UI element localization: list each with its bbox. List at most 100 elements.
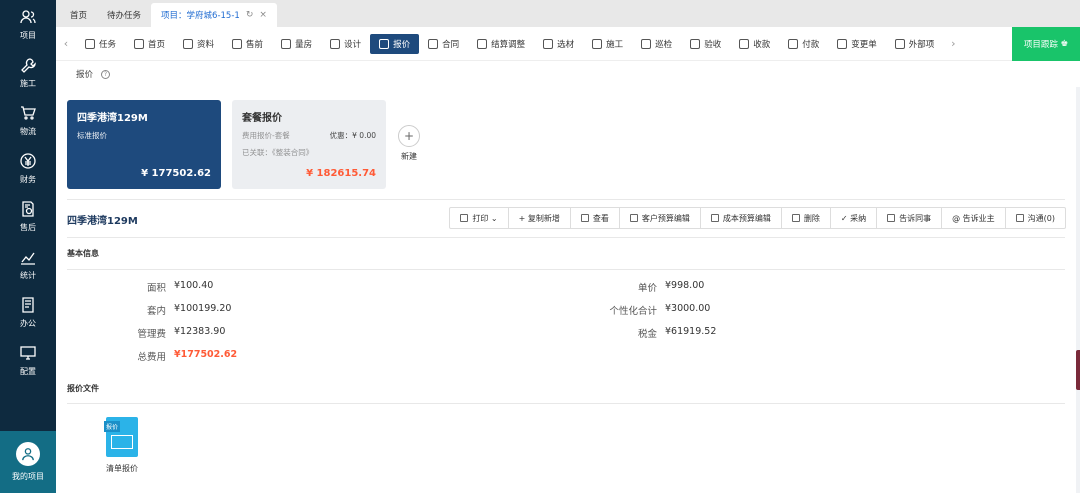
- sidebar-item-construction[interactable]: 施工: [0, 48, 56, 96]
- adopt-button[interactable]: ✓ 采纳: [831, 208, 878, 228]
- card-price: ¥ 182615.74: [306, 168, 376, 179]
- file-item[interactable]: 报价 清单报价: [100, 417, 144, 474]
- tab-todo[interactable]: 待办任务: [97, 3, 151, 27]
- plus-icon: +: [518, 213, 528, 223]
- card-linked: 已关联：《整装合同》: [242, 148, 314, 157]
- module-quote[interactable]: 报价: [370, 33, 420, 54]
- module-label: 任务: [99, 39, 117, 50]
- close-icon[interactable]: ×: [259, 10, 267, 20]
- client-budget-edit-button[interactable]: 客户预算编辑: [620, 208, 701, 228]
- tab-label: 项目：学府城6-15-1: [161, 11, 240, 21]
- field-label: 面积: [146, 283, 166, 294]
- print-button[interactable]: 打印 ⌄: [450, 208, 509, 228]
- field-label: 个性化合计: [609, 306, 657, 317]
- quote-card-package[interactable]: 套餐报价 费用报价-套餐 优惠：¥ 0.00 已关联：《整装合同》 ¥ 1826…: [232, 100, 386, 189]
- module-design[interactable]: 设计: [321, 34, 370, 54]
- module-external[interactable]: 外部项: [886, 34, 944, 54]
- module-settlement[interactable]: 结算调整: [468, 34, 534, 54]
- module-change[interactable]: 变更单: [828, 34, 886, 54]
- view-button[interactable]: 查看: [571, 208, 620, 228]
- field-value: ¥3000.00: [665, 303, 711, 314]
- module-home[interactable]: 首页: [125, 34, 174, 54]
- print-icon: [460, 214, 469, 222]
- communicate-button[interactable]: 沟通(0): [1006, 208, 1065, 228]
- quote-card-standard[interactable]: 四季港湾129M 标准报价 ¥ 177502.62: [67, 100, 221, 189]
- cost-budget-edit-button[interactable]: 成本预算编辑: [701, 208, 782, 228]
- module-construction[interactable]: 施工: [583, 34, 632, 54]
- copy-new-button[interactable]: + 复制新增: [509, 208, 571, 228]
- sidebar-item-logistics[interactable]: 物流: [0, 96, 56, 144]
- module-label: 资料: [197, 39, 215, 50]
- module-label: 付款: [802, 39, 820, 50]
- module-label: 量房: [295, 39, 313, 50]
- module-label: 售前: [246, 39, 264, 50]
- tab-project[interactable]: 项目：学府城6-15-1 ↻ ×: [151, 3, 277, 27]
- sidebar-item-finance[interactable]: 财务: [0, 144, 56, 192]
- refresh-icon[interactable]: ↻: [246, 10, 254, 20]
- sidebar-item-project[interactable]: 项目: [0, 0, 56, 48]
- module-presale[interactable]: 售前: [223, 34, 272, 54]
- field-label: 总费用: [137, 352, 166, 363]
- action-label: 沟通(0): [1027, 213, 1055, 223]
- chevron-right-icon[interactable]: ›: [943, 37, 963, 50]
- check-icon: ✓: [840, 213, 851, 223]
- tab-home[interactable]: 首页: [60, 3, 97, 27]
- action-label: 删除: [803, 213, 820, 223]
- field-value: ¥100.40: [174, 280, 214, 291]
- module-label: 施工: [606, 39, 624, 50]
- tell-colleague-button[interactable]: 告诉同事: [877, 208, 943, 228]
- action-label: 客户预算编辑: [641, 213, 690, 223]
- module-label: 选材: [557, 39, 575, 50]
- field-tax: 税金 ¥61919.52: [567, 326, 716, 340]
- sidebar-item-config[interactable]: 配置: [0, 336, 56, 384]
- field-label: 税金: [637, 329, 657, 340]
- section-quote-files: 报价文件: [67, 384, 99, 393]
- card-subtitle: 标准报价: [77, 131, 107, 140]
- module-label: 收款: [753, 39, 771, 50]
- delete-button[interactable]: 删除: [782, 208, 831, 228]
- edit-icon: [629, 214, 638, 222]
- bar-chart-icon: [18, 247, 38, 267]
- module-task[interactable]: 任务: [76, 34, 125, 54]
- help-icon[interactable]: ?: [101, 69, 111, 79]
- project-track-button[interactable]: 项目跟踪 ♚: [1012, 27, 1080, 61]
- edit-icon: [580, 214, 589, 222]
- quote-title: 四季港湾129M: [67, 216, 138, 227]
- module-label: 合同: [442, 39, 460, 50]
- divider: [67, 199, 1065, 200]
- sidebar-item-label: 办公: [20, 319, 36, 328]
- tell-owner-button[interactable]: @ 告诉业主: [942, 208, 1006, 228]
- field-unit-price: 单价 ¥998.00: [567, 280, 704, 294]
- field-value: ¥100199.20: [174, 303, 232, 314]
- side-handle[interactable]: [1076, 350, 1080, 390]
- sidebar-my-projects[interactable]: 我的项目: [0, 431, 56, 493]
- module-docs[interactable]: 资料: [174, 34, 223, 54]
- module-measure[interactable]: 量房: [272, 34, 321, 54]
- chevron-left-icon[interactable]: ‹: [56, 37, 76, 50]
- file-name: 清单报价: [106, 464, 138, 473]
- module-inspection[interactable]: 巡检: [632, 34, 681, 54]
- field-value: ¥12383.90: [174, 326, 226, 337]
- payment-icon: [788, 38, 799, 49]
- module-receipt[interactable]: 收款: [730, 34, 779, 54]
- module-acceptance[interactable]: 验收: [681, 34, 730, 54]
- field-area: 面积 ¥100.40: [76, 280, 213, 294]
- field-custom-total: 个性化合计 ¥3000.00: [567, 303, 710, 317]
- module-label: 结算调整: [491, 39, 526, 50]
- action-label: 复制新增: [527, 213, 560, 223]
- sidebar-item-stats[interactable]: 统计: [0, 240, 56, 288]
- measure-icon: [281, 38, 292, 49]
- module-payment[interactable]: 付款: [779, 34, 828, 54]
- module-materials[interactable]: 选材: [534, 34, 583, 54]
- sidebar-item-office[interactable]: 办公: [0, 288, 56, 336]
- cart-icon: [18, 103, 38, 123]
- module-contract[interactable]: 合同: [419, 34, 468, 54]
- monitor-icon: [18, 343, 38, 363]
- field-value: ¥61919.52: [665, 326, 717, 337]
- section-basic-info: 基本信息: [67, 249, 99, 258]
- external-icon: [894, 38, 905, 49]
- sidebar-item-aftersale[interactable]: 售后: [0, 192, 56, 240]
- field-label: 管理费: [137, 329, 166, 340]
- change-icon: [837, 38, 848, 49]
- new-quote-button[interactable]: + 新建: [397, 125, 421, 162]
